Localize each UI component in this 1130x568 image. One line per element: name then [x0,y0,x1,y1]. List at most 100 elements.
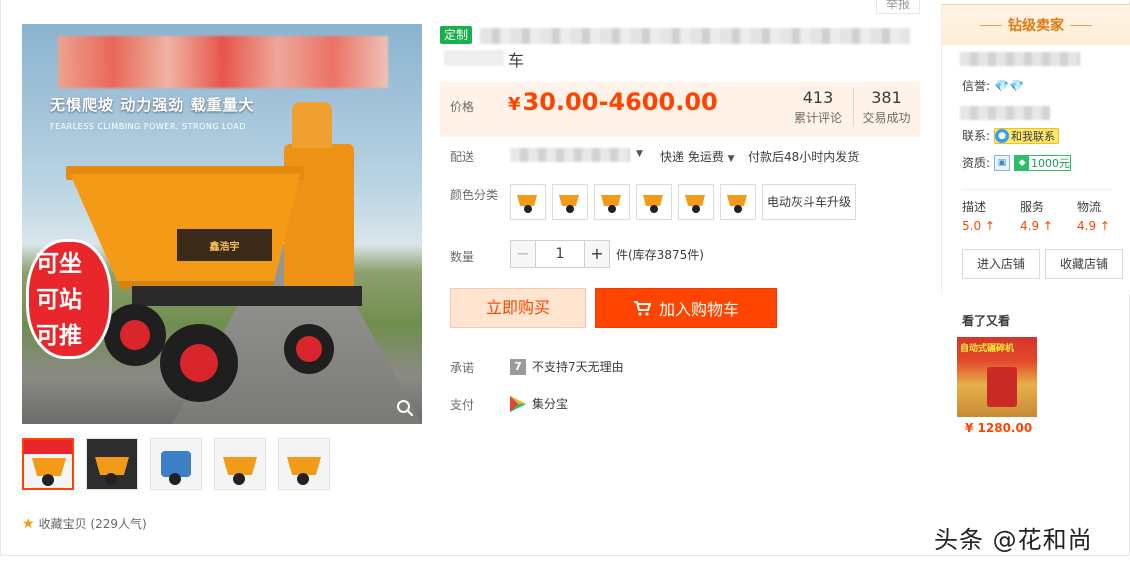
cart-wheel-right [284,324,334,374]
color-options: 电动灰斗车升级 [510,184,857,220]
thumb-wheel [233,473,245,485]
color-label: 颜色分类 [450,188,499,202]
score-description: 描述 5.0 ↑ [962,198,1018,233]
payment-label: 支付 [450,398,475,412]
cart-icon [633,301,651,316]
zoom-icon[interactable] [396,399,414,417]
score-number: 4.9 [1020,219,1040,233]
quantity-plus-button[interactable]: + [584,240,610,268]
sku-wheel [608,205,616,213]
cart-frame [132,286,362,306]
red-badge-line: 可站 [36,287,82,313]
favorite-shop-button[interactable]: 收藏店铺 [1045,249,1123,279]
thumbnail-4[interactable] [214,438,266,490]
credit-label: 信誉: [962,79,991,93]
price-value: ¥30.00-4600.00 [508,88,718,116]
cart-wheel-left [104,304,166,366]
shop-name-blurred[interactable] [960,52,1080,66]
favorite-item-label: 收藏宝贝 (229人气) [38,517,147,531]
recommend-item-price[interactable]: ¥ 1280.00 [965,421,1032,435]
seven-day-icon: 7 [510,358,526,375]
red-badge-text: 可坐 可站 可推 [36,246,82,354]
payment-row[interactable]: 集分宝 [510,395,568,412]
reviews-count: 413 [802,88,834,107]
quantity-stepper: − + 件(库存3875件) [510,240,704,268]
red-badge-line: 可坐 [36,251,82,277]
watermark: 头条 @花和尚 [934,526,1093,554]
thumbnail-1[interactable] [22,438,74,490]
image-slogan: 无惧爬坡 动力强劲 载重量大 [50,96,255,114]
seller-name-blurred [960,106,1050,120]
favorite-item-link[interactable]: ★ 收藏宝贝 (229人气) [22,515,147,532]
shipping-fee-text: 快递 免运费 [660,150,724,164]
color-option-text[interactable]: 电动灰斗车升级 [762,184,857,220]
add-to-cart-button[interactable]: 加入购物车 [595,288,777,328]
image-slogan-en: FEARLESS CLIMBING POWER, STRONG LOAD [50,122,247,131]
color-option-5[interactable] [678,184,714,220]
quantity-input[interactable] [536,240,584,268]
recommend-item-image[interactable]: 自动式碾碎机 [957,337,1037,417]
thumb-banner [24,440,72,454]
credit-row: 信誉: 💎💎 [962,77,1024,94]
sales-count: 381 [871,88,902,107]
enter-shop-button[interactable]: 进入店铺 [962,249,1040,279]
license-icon[interactable]: ▣ [994,154,1011,171]
score-value: 5.0 ↑ [962,219,1018,233]
qualification-label: 资质: [962,156,991,170]
color-option-4[interactable] [636,184,672,220]
buy-now-button[interactable]: 立即购买 [450,288,586,328]
color-option-1[interactable] [510,184,546,220]
contact-seller-button[interactable]: ● 和我联系 [994,127,1060,144]
seller-level-title: 钻级卖家 [1008,18,1064,34]
promise-text: 不支持7天无理由 [532,360,624,374]
cart-handle [292,102,332,148]
sku-wheel [650,205,658,213]
brand-plate: 鑫浩宇 [177,229,272,261]
color-option-6[interactable] [720,184,756,220]
deposit-badge[interactable]: ◆ 1000元 [1014,154,1072,171]
reviews-stat[interactable]: 413 累计评论 [785,88,851,126]
score-value: 4.9 ↑ [1020,219,1076,233]
wangwang-icon: ● [995,128,1010,143]
thumbnail-3[interactable] [150,438,202,490]
thumbnail-5[interactable] [278,438,330,490]
chevron-down-icon: ▼ [727,154,735,164]
score-service: 服务 4.9 ↑ [1020,198,1076,233]
cart-wheel-front [160,324,238,402]
currency-symbol: ¥ [508,94,521,115]
report-link[interactable]: 举报 [876,0,920,14]
contact-label: 联系: [962,129,991,143]
score-name: 物流 [1077,200,1102,214]
add-to-cart-label: 加入购物车 [658,300,739,319]
main-product-image[interactable]: 无惧爬坡 动力强劲 载重量大 FEARLESS CLIMBING POWER, … [22,24,422,424]
score-number: 4.9 [1077,219,1097,233]
price-range: 30.00-4600.00 [522,88,718,116]
divider [962,189,1112,190]
thumbnail-2[interactable] [86,438,138,490]
price-label: 价格 [450,100,475,114]
thumbnail-strip [22,438,330,490]
score-name: 描述 [962,200,987,214]
score-number: 5.0 [962,219,982,233]
recommend-banner-text: 自动式碾碎机 [960,344,1015,354]
contact-row: 联系: ● 和我联系 [962,127,1060,144]
sales-stat: 381 交易成功 [853,88,919,126]
seller-card: 钻级卖家 信誉: 💎💎 联系: ● 和我联系 资质: ▣ ◆ 1000元 描述 … [941,4,1130,294]
quantity-label: 数量 [450,250,475,264]
color-option-2[interactable] [552,184,588,220]
shipping-time: 付款后48小时内发货 [748,150,860,164]
quantity-minus-button[interactable]: − [510,240,536,268]
origin-caret-icon[interactable]: ▼ [636,149,643,159]
blurred-title [480,28,910,44]
thumb-wheel [169,473,181,485]
deposit-icon: ◆ [1015,155,1030,170]
promise-row[interactable]: 7 不支持7天无理由 [510,358,624,375]
arrow-up-icon: ↑ [1042,219,1053,233]
shipping-origin-blurred[interactable] [510,148,630,162]
divider [1070,24,1092,26]
arrow-up-icon: ↑ [984,219,995,233]
recommend-title: 看了又看 [962,314,1011,328]
shipping-fee[interactable]: 快递 免运费 ▼ [660,148,735,165]
sku-wheel [692,205,700,213]
color-option-3[interactable] [594,184,630,220]
